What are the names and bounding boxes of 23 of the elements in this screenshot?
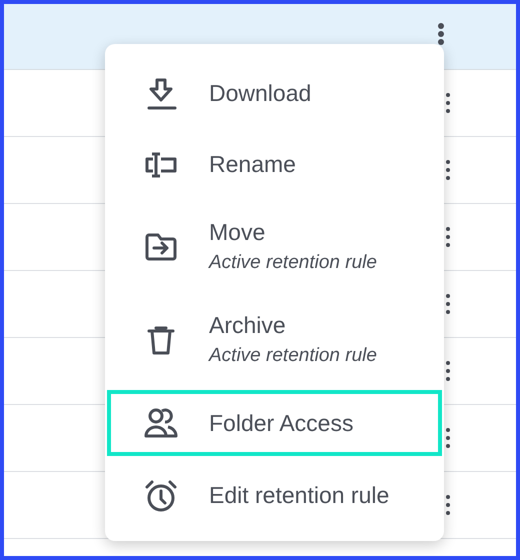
menu-item[interactable]: Download [107, 58, 442, 129]
more-icon[interactable] [445, 426, 451, 450]
menu-item[interactable]: Edit retention rule [107, 460, 442, 531]
menu-item[interactable]: Folder Access [107, 390, 442, 456]
item-note: Active retention rule [209, 345, 377, 367]
more-icon[interactable] [445, 91, 451, 115]
item-label: Edit retention rule [209, 482, 390, 509]
item-note: Active retention rule [209, 252, 377, 274]
item-label: Folder Access [209, 410, 354, 436]
more-icon[interactable] [445, 292, 451, 316]
menu-item[interactable]: Archive Active retention rule [107, 293, 442, 386]
more-icon[interactable] [445, 225, 451, 249]
item-label: Rename [209, 151, 296, 178]
more-icon[interactable] [445, 158, 451, 182]
item-label: Archive [209, 312, 287, 339]
menu-item[interactable]: Rename [107, 129, 442, 200]
more-icon[interactable] [445, 493, 451, 517]
menu-item[interactable]: Move Active retention rule [107, 200, 442, 293]
item-label: Download [209, 80, 312, 107]
alarm-clock-icon [143, 478, 179, 514]
more-icon[interactable] [445, 359, 451, 383]
more-icon[interactable] [437, 22, 445, 46]
item-label: Move [209, 219, 266, 246]
